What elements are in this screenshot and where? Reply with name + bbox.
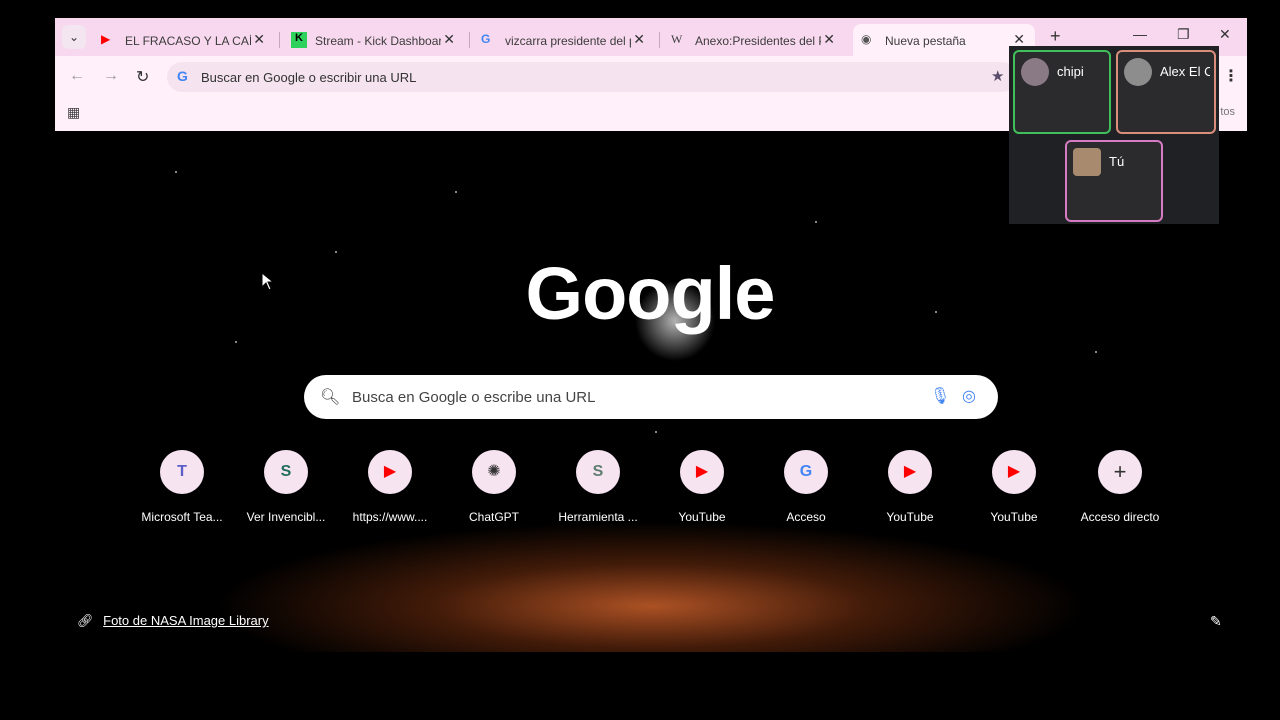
youtube-icon: ▶ xyxy=(680,450,724,494)
google-logo: Google xyxy=(525,252,776,335)
shortcut-label: https://www.... xyxy=(352,510,428,524)
plus-icon: + xyxy=(1098,450,1142,494)
new-tab-button[interactable]: + xyxy=(1050,26,1061,47)
shortcut-label: YouTube xyxy=(886,510,934,524)
tab-search-button[interactable]: ⌄ xyxy=(62,25,86,49)
participant-tile: chipi xyxy=(1013,50,1111,134)
tab-3[interactable]: G vizcarra presidente del pe ✕ xyxy=(473,24,655,56)
s-letter-icon: S xyxy=(576,450,620,494)
chrome-icon: ◉ xyxy=(861,32,872,46)
photo-credit-text: Foto de NASA Image Library xyxy=(103,613,269,628)
apps-grid-icon[interactable]: ▦ xyxy=(67,104,80,121)
google-icon: G xyxy=(784,450,828,494)
participant-name: chipi xyxy=(1057,64,1084,79)
shortcut-label: YouTube xyxy=(990,510,1038,524)
participant-name: Tú xyxy=(1109,154,1125,169)
restore-icon[interactable]: ❐ xyxy=(1177,26,1190,43)
microphone-icon[interactable]: 🎙︎ xyxy=(930,386,950,406)
tab-title: EL FRACASO Y LA CAÍDA xyxy=(125,34,251,48)
reload-icon[interactable]: ↻ xyxy=(136,67,149,87)
tab-4[interactable]: W Anexo:Presidentes del Pe ✕ xyxy=(663,24,845,56)
tab-2[interactable]: K Stream - Kick Dashboard ✕ xyxy=(283,24,465,56)
kick-icon: K xyxy=(291,32,307,48)
mouse-cursor-icon xyxy=(262,273,274,291)
shortcut-tile[interactable]: S Herramienta ... xyxy=(546,450,650,530)
avatar xyxy=(1073,148,1101,176)
participant-tile: Alex El C xyxy=(1116,50,1216,134)
shortcut-label: ChatGPT xyxy=(468,510,519,524)
close-icon[interactable]: ✕ xyxy=(253,31,265,48)
tab-1[interactable]: ▶ EL FRACASO Y LA CAÍDA ✕ xyxy=(93,24,275,56)
forward-icon[interactable]: → xyxy=(103,67,119,85)
close-icon[interactable]: ✕ xyxy=(633,31,645,48)
participant-name: Alex El C xyxy=(1160,64,1210,79)
shortcut-tile[interactable]: G Acceso xyxy=(754,450,858,530)
youtube-icon: ▶ xyxy=(368,450,412,494)
search-icon: 🔍︎ xyxy=(320,389,341,406)
tab-title: Stream - Kick Dashboard xyxy=(315,34,441,48)
youtube-icon: ▶ xyxy=(992,450,1036,494)
search-box[interactable]: 🔍︎ Busca en Google o escribe una URL 🎙︎ … xyxy=(304,375,998,419)
shortcut-label: YouTube xyxy=(678,510,726,524)
avatar xyxy=(1124,58,1152,86)
shortcut-label: Microsoft Tea... xyxy=(141,510,223,524)
shortcut-tile[interactable]: ▶ YouTube xyxy=(650,450,754,530)
shortcut-tile[interactable]: T Microsoft Tea... xyxy=(130,450,234,530)
shortcut-tile[interactable]: ✺ ChatGPT xyxy=(442,450,546,530)
back-icon[interactable]: ← xyxy=(69,67,85,85)
shortcut-tile[interactable]: ▶ YouTube xyxy=(858,450,962,530)
menu-kebab-icon[interactable]: ⋮ xyxy=(1223,66,1239,86)
wikipedia-icon: W xyxy=(671,32,683,46)
s-letter-icon: S xyxy=(264,450,308,494)
shortcut-label: Acceso directo xyxy=(1080,510,1160,524)
bookmarks-overflow-text: tos xyxy=(1220,106,1235,118)
participant-tile: Tú xyxy=(1065,140,1163,222)
tab-title: Anexo:Presidentes del Pe xyxy=(695,34,821,48)
google-lens-icon[interactable]: ◎ xyxy=(962,386,976,406)
photo-credit-link[interactable]: 🔗︎ Foto de NASA Image Library xyxy=(77,613,269,629)
shortcut-label: Acceso xyxy=(786,510,826,524)
shortcut-tile[interactable]: ▶ https://www.... xyxy=(338,450,442,530)
shortcut-label: Herramienta ... xyxy=(558,510,638,524)
customize-pencil-icon[interactable]: ✎ xyxy=(1210,613,1222,630)
tab-title: Nueva pestaña xyxy=(885,34,966,48)
youtube-icon: ▶ xyxy=(888,450,932,494)
shortcut-label: Ver Invencibl... xyxy=(246,510,326,524)
chatgpt-icon: ✺ xyxy=(472,450,516,494)
avatar xyxy=(1021,58,1049,86)
shortcut-tile[interactable]: S Ver Invencibl... xyxy=(234,450,338,530)
close-icon[interactable]: ✕ xyxy=(443,31,455,48)
shortcut-tile[interactable]: ▶ YouTube xyxy=(962,450,1066,530)
window-close-icon[interactable]: ✕ xyxy=(1219,26,1231,43)
address-bar-placeholder: Buscar en Google o escribir una URL xyxy=(201,70,417,85)
address-bar[interactable]: G Buscar en Google o escribir una URL xyxy=(167,62,1017,92)
google-icon: G xyxy=(177,68,188,84)
add-shortcut-tile[interactable]: + Acceso directo xyxy=(1068,450,1172,530)
youtube-icon: ▶ xyxy=(101,32,111,46)
video-call-overlay: chipi Alex El C Tú xyxy=(1009,46,1219,224)
minimize-icon[interactable]: — xyxy=(1133,26,1147,42)
tab-5[interactable]: ◉ Nueva pestaña ✕ xyxy=(853,24,1035,56)
tab-title: vizcarra presidente del pe xyxy=(505,34,631,48)
close-icon[interactable]: ✕ xyxy=(823,31,835,48)
link-icon: 🔗︎ xyxy=(77,613,94,628)
search-placeholder: Busca en Google o escribe una URL xyxy=(352,389,596,406)
google-icon: G xyxy=(481,32,491,46)
bookmark-star-icon[interactable]: ★ xyxy=(991,67,1004,85)
teams-icon: T xyxy=(160,450,204,494)
